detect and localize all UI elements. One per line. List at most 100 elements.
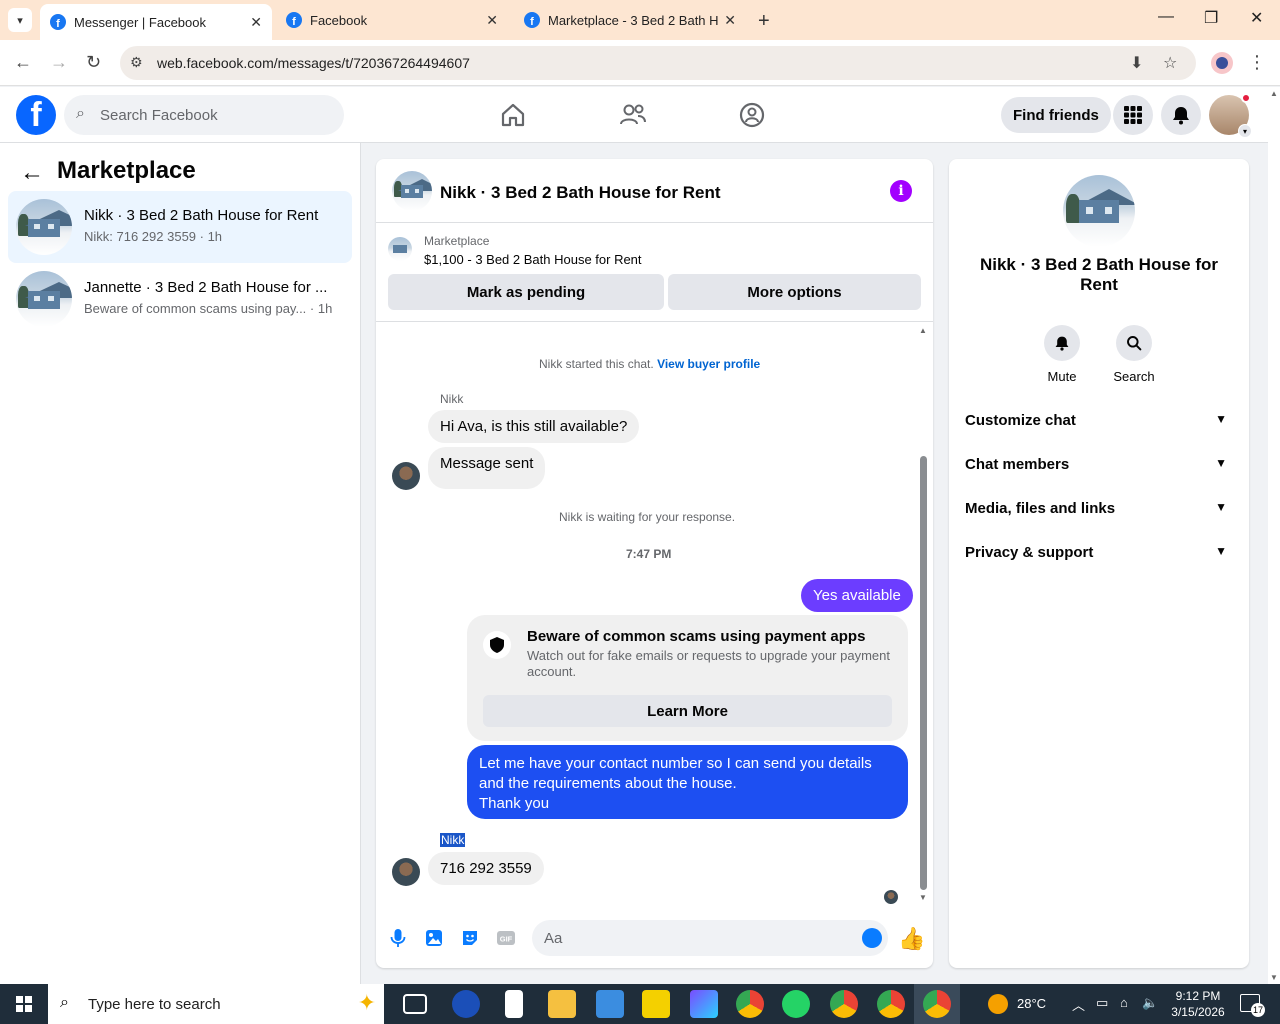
- microphone-icon[interactable]: [388, 928, 408, 948]
- incoming-message[interactable]: Hi Ava, is this still available?: [428, 410, 640, 443]
- scroll-down-icon[interactable]: ▼: [919, 893, 927, 902]
- scroll-up-icon[interactable]: ▲: [919, 326, 927, 335]
- notepad-icon[interactable]: [505, 990, 523, 1018]
- chrome-icon[interactable]: [736, 990, 764, 1018]
- close-tab-icon[interactable]: ✕: [250, 14, 262, 31]
- install-app-icon[interactable]: ⬇: [1130, 53, 1143, 73]
- like-thumbs-up-icon[interactable]: 👍: [898, 926, 925, 952]
- reload-icon[interactable]: ↻: [86, 52, 101, 73]
- chat-scrollbar[interactable]: ▲ ▼: [918, 326, 928, 902]
- page-scrollbar[interactable]: ▲ ▼: [1268, 87, 1280, 984]
- incoming-message[interactable]: Message sent: [428, 447, 546, 489]
- facebook-search[interactable]: ⌕: [64, 95, 344, 135]
- message-input[interactable]: [544, 920, 844, 956]
- tab-messenger[interactable]: f Messenger | Facebook ✕: [40, 4, 272, 40]
- whatsapp-icon[interactable]: [782, 990, 810, 1018]
- mark-as-pending-button[interactable]: Mark as pending: [388, 274, 664, 310]
- info-icon[interactable]: i: [890, 180, 912, 202]
- scroll-thumb[interactable]: [920, 456, 927, 890]
- app-icon-t[interactable]: [452, 990, 480, 1018]
- find-friends-button[interactable]: Find friends: [1001, 97, 1111, 133]
- sender-avatar[interactable]: [392, 462, 420, 490]
- taskbar-search[interactable]: ⌕ Type here to search ✦: [48, 984, 384, 1024]
- volume-icon[interactable]: 🔈: [1142, 995, 1158, 1011]
- taskbar-clock[interactable]: 9:12 PM 3/15/2026: [1168, 988, 1228, 1020]
- notification-center-icon[interactable]: 17: [1240, 994, 1265, 1017]
- listing-thumbnail[interactable]: [392, 171, 432, 211]
- file-explorer-icon[interactable]: [548, 990, 576, 1018]
- chrome-icon[interactable]: [830, 990, 858, 1018]
- tab-facebook[interactable]: f Facebook ✕: [276, 4, 508, 36]
- friends-icon[interactable]: [617, 99, 649, 131]
- conversation-details-pane: Nikk · 3 Bed 2 Bath House for Rent Mute …: [949, 159, 1249, 968]
- customize-chat-section[interactable]: Customize chat ▼: [965, 412, 1233, 436]
- tab-search-icon[interactable]: ▾: [8, 8, 32, 32]
- scroll-down-icon[interactable]: ▼: [1270, 973, 1278, 982]
- weather-icon[interactable]: [988, 994, 1008, 1014]
- outgoing-message[interactable]: Yes available: [801, 579, 913, 612]
- browser-profile-icon[interactable]: [1211, 52, 1233, 74]
- listing-thumbnail[interactable]: [1063, 175, 1135, 247]
- omnibox[interactable]: ⚙ web.facebook.com/messages/t/7203672644…: [120, 46, 1196, 80]
- new-tab-icon[interactable]: +: [758, 10, 770, 33]
- chevron-up-icon[interactable]: ︿: [1072, 995, 1085, 1014]
- chrome-icon[interactable]: [923, 990, 951, 1018]
- bookmark-star-icon[interactable]: ☆: [1163, 53, 1177, 73]
- chat-header: Nikk · 3 Bed 2 Bath House for Rent i: [376, 159, 933, 223]
- conversation-item-nikk[interactable]: Nikk · 3 Bed 2 Bath House for Rent Nikk:…: [8, 191, 352, 263]
- notifications-bell-icon[interactable]: [1161, 95, 1201, 135]
- sticky-notes-icon[interactable]: [642, 990, 670, 1018]
- photo-icon[interactable]: [424, 928, 444, 948]
- conversation-item-jannette[interactable]: Jannette · 3 Bed 2 Bath House for ... Be…: [8, 263, 352, 335]
- site-settings-icon[interactable]: ⚙: [130, 54, 143, 71]
- close-tab-icon[interactable]: ✕: [724, 12, 736, 29]
- learn-more-button[interactable]: Learn More: [483, 695, 892, 727]
- view-buyer-profile-link[interactable]: View buyer profile: [657, 357, 760, 371]
- incoming-message[interactable]: 716 292 3559: [428, 852, 544, 885]
- seen-avatar: [884, 890, 898, 904]
- search-icon[interactable]: [1116, 325, 1152, 361]
- media-files-links-section[interactable]: Media, files and links ▼: [965, 500, 1233, 524]
- bell-icon[interactable]: [1044, 325, 1080, 361]
- chat-title[interactable]: Nikk · 3 Bed 2 Bath House for Rent: [440, 183, 721, 203]
- tab-marketplace[interactable]: f Marketplace - 3 Bed 2 Bath House for R…: [514, 4, 746, 36]
- restore-icon[interactable]: ❐: [1204, 8, 1218, 28]
- search-action[interactable]: Search: [1104, 325, 1164, 384]
- windows-start-icon[interactable]: [16, 996, 32, 1012]
- scroll-up-icon[interactable]: ▲: [1270, 89, 1278, 98]
- outgoing-message[interactable]: Let me have your contact number so I can…: [467, 745, 908, 819]
- more-options-button[interactable]: More options: [668, 274, 921, 310]
- listing-label: Marketplace: [424, 234, 490, 248]
- menu-grid-icon[interactable]: [1113, 95, 1153, 135]
- home-icon[interactable]: [497, 99, 529, 131]
- emoji-icon[interactable]: [862, 928, 882, 948]
- chrome-icon[interactable]: [877, 990, 905, 1018]
- back-icon[interactable]: ←: [14, 52, 32, 73]
- account-avatar[interactable]: ▾: [1209, 93, 1252, 138]
- privacy-support-section[interactable]: Privacy & support ▼: [965, 544, 1233, 568]
- minimize-icon[interactable]: —: [1158, 8, 1174, 26]
- conversation-name: Jannette · 3 Bed 2 Bath House for ...: [84, 279, 328, 296]
- close-tab-icon[interactable]: ✕: [486, 12, 498, 29]
- app-icon-purple[interactable]: [690, 990, 718, 1018]
- gif-icon[interactable]: GIF: [496, 928, 516, 948]
- listing-title[interactable]: $1,100 - 3 Bed 2 Bath House for Rent: [424, 252, 642, 267]
- temperature[interactable]: 28°C: [1017, 996, 1046, 1011]
- sender-avatar[interactable]: [392, 858, 420, 886]
- battery-icon[interactable]: ▭: [1096, 995, 1108, 1011]
- sticker-icon[interactable]: [460, 928, 480, 948]
- forward-icon[interactable]: →: [50, 52, 68, 73]
- search-input[interactable]: [100, 95, 336, 135]
- groups-icon[interactable]: [736, 99, 768, 131]
- facebook-logo-icon[interactable]: f: [16, 95, 56, 135]
- mute-action[interactable]: Mute: [1032, 325, 1092, 384]
- close-window-icon[interactable]: ✕: [1250, 8, 1263, 28]
- microsoft-store-icon[interactable]: [596, 990, 624, 1018]
- browser-menu-icon[interactable]: ⋮: [1248, 52, 1266, 73]
- back-arrow-icon[interactable]: ←: [20, 159, 44, 187]
- task-view-icon[interactable]: [403, 994, 427, 1014]
- url-text[interactable]: web.facebook.com/messages/t/720367264494…: [157, 55, 470, 71]
- message-composer: GIF 👍: [376, 912, 933, 968]
- network-icon[interactable]: ⌂: [1120, 995, 1128, 1010]
- chat-members-section[interactable]: Chat members ▼: [965, 456, 1233, 480]
